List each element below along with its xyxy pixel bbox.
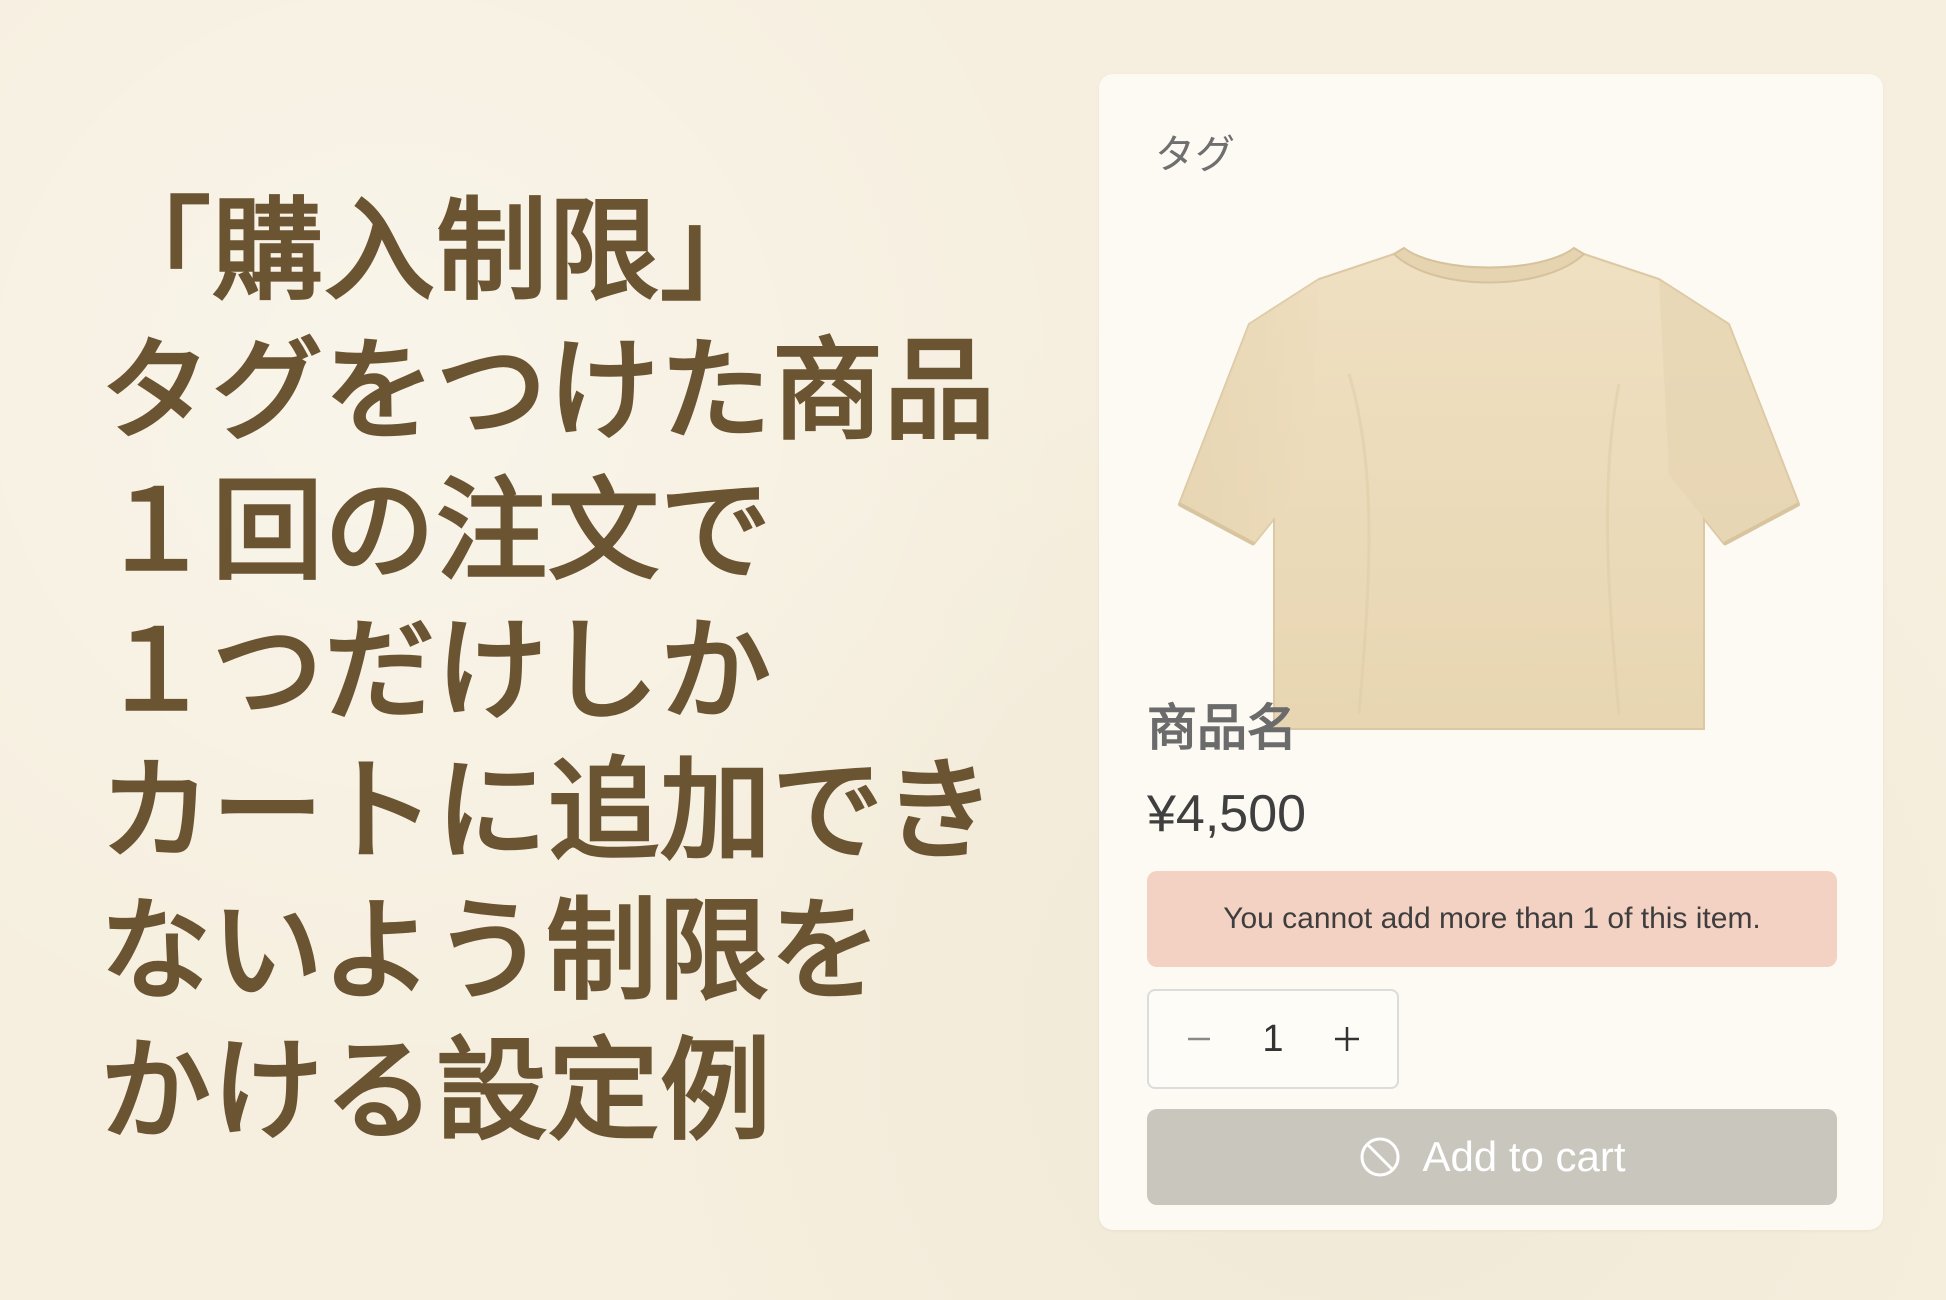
headline-line: かける設定例 <box>100 1027 773 1156</box>
headline-line: 「購入制限」 <box>100 187 773 316</box>
headline-line: カートに追加でき <box>100 747 997 876</box>
decrease-quantity-button[interactable] <box>1171 1011 1227 1067</box>
headline: 「購入制限」 タグをつけた商品 １回の注文で １つだけしか カートに追加でき な… <box>100 182 1040 1162</box>
add-to-cart-button[interactable]: Add to cart <box>1147 1109 1837 1205</box>
headline-line: １回の注文で <box>100 467 773 596</box>
quantity-limit-alert: You cannot add more than 1 of this item. <box>1147 871 1837 967</box>
tshirt-image <box>1177 246 1801 730</box>
headline-line: １つだけしか <box>100 607 773 736</box>
product-card: タグ 商品名 ¥4,500 You cannot add more than 1 <box>1099 74 1883 1230</box>
product-name: 商品名 <box>1147 699 1297 757</box>
disabled-icon <box>1360 1137 1400 1177</box>
minus-icon <box>1188 1037 1210 1041</box>
headline-line: ないよう制限を <box>100 887 882 1016</box>
quantity-stepper: 1 <box>1147 989 1399 1089</box>
product-price: ¥4,500 <box>1147 785 1307 843</box>
tag-label: タグ <box>1155 132 1235 178</box>
plus-icon <box>1334 1027 1359 1051</box>
add-to-cart-label: Add to cart <box>1422 1133 1626 1180</box>
quantity-value[interactable]: 1 <box>1262 1018 1283 1061</box>
alert-message: You cannot add more than 1 of this item. <box>1223 902 1761 935</box>
headline-line: タグをつけた商品 <box>100 327 997 456</box>
increase-quantity-button[interactable] <box>1319 1011 1375 1067</box>
